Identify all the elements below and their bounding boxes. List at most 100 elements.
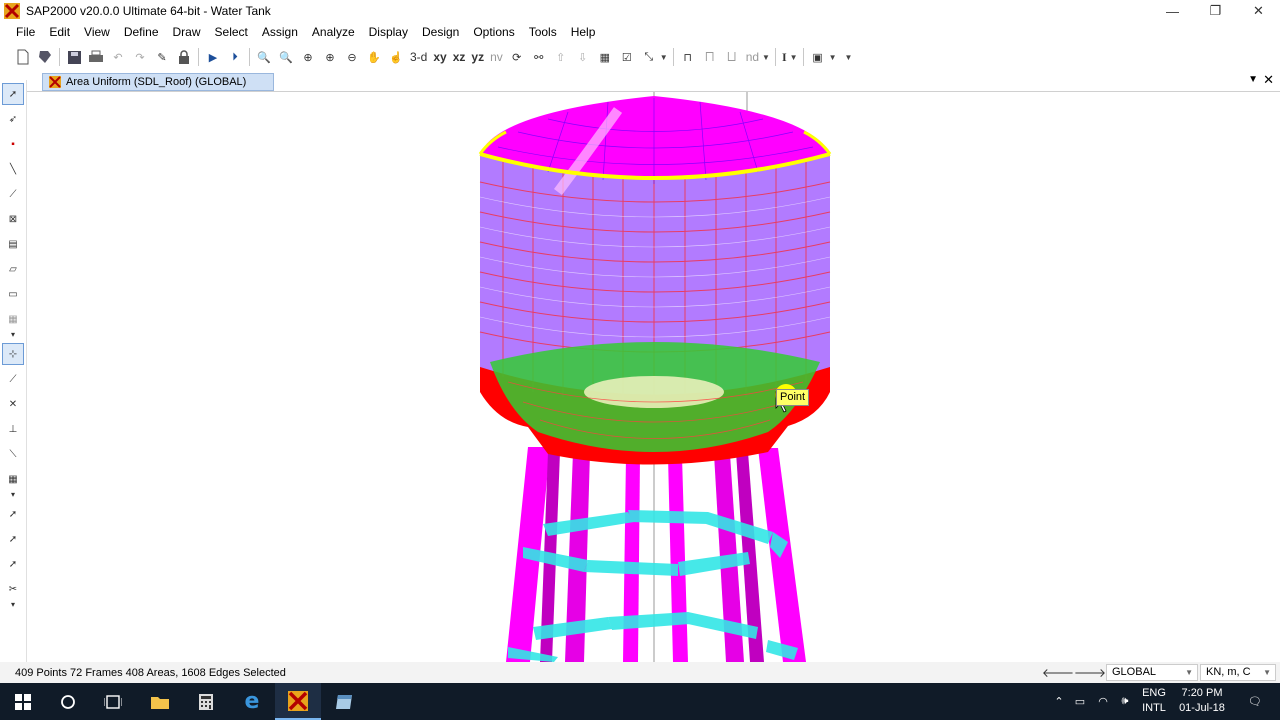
snap-intersections-button[interactable]: ✕ [2,393,24,415]
next-view-button[interactable]: 🡒 [1074,664,1106,681]
text-tool-button[interactable]: I [779,46,790,68]
model-viewport[interactable]: Point [28,92,1280,662]
check-button[interactable]: ☑ [616,46,638,68]
move-down-button[interactable]: ⇩ [572,46,594,68]
zoom-in-button[interactable]: ⊕ [297,46,319,68]
snap-ends-button[interactable]: ⟋ [2,368,24,390]
draw-poly-area-button[interactable]: ▱ [2,258,24,280]
menu-view[interactable]: View [77,22,117,42]
previous-view-button[interactable]: 🡐 [1042,664,1074,681]
draw-joint-button[interactable]: ▪ [2,133,24,155]
tab-area-uniform[interactable]: Area Uniform (SDL_Roof) (GLOBAL) [42,73,274,91]
view-xz-button[interactable]: xz [450,46,469,68]
tab-list-chevron-down-icon[interactable]: ▼ [1248,74,1258,85]
run-analysis-button[interactable]: ▶ [202,46,224,68]
quick-draw-area-button[interactable]: ▦ [2,308,24,330]
draw-rect-area-button[interactable]: ▭ [2,283,24,305]
draw-secondary-beam-button[interactable]: ▤ [2,233,24,255]
toolbar-more-chevron-icon[interactable]: ▾ [2,490,24,500]
object-shrink-button[interactable]: ⤡ [638,46,660,68]
restore-button[interactable]: ❐ [1194,0,1237,22]
close-button[interactable]: ✕ [1237,0,1280,22]
intersecting-line-select-button[interactable]: ✂ [2,578,24,600]
snap-points-button[interactable]: ⊹ [2,343,24,365]
app-taskbar-button[interactable] [321,683,367,720]
new-model-button[interactable] [12,46,34,68]
menu-define[interactable]: Define [117,22,166,42]
menu-file[interactable]: File [9,22,42,42]
coordinate-system-select[interactable]: GLOBAL ▼ [1106,664,1198,681]
redo-button[interactable]: ↷ [129,46,151,68]
undo-button[interactable]: ↶ [107,46,129,68]
snap-fine-grid-button[interactable]: ▦ [2,468,24,490]
rotate-view-button[interactable]: ⟳ [506,46,528,68]
show-hidden-icons-button[interactable]: ⌃ [1050,683,1068,720]
pan-button[interactable]: ✋ [363,46,385,68]
input-language[interactable]: ENG INTL [1140,686,1168,716]
nd-button[interactable]: nd [743,46,762,68]
show-forces-button[interactable]: ⨅ [699,46,721,68]
menu-tools[interactable]: Tools [522,22,564,42]
view-xy-button[interactable]: xy [430,46,449,68]
save-button[interactable] [63,46,85,68]
zoom-in-step-button[interactable]: ⊕ [319,46,341,68]
view-yz-button[interactable]: yz [468,46,487,68]
lock-button[interactable] [173,46,195,68]
volume-icon[interactable]: 🕪 [1115,683,1135,720]
perspective-toggle-button[interactable]: ⚯ [528,46,550,68]
clear-selection-button[interactable]: ➚ [2,553,24,575]
toolbar-more-chevron-icon[interactable]: ▾ [2,330,24,340]
pointer-button[interactable]: ☝ [385,46,407,68]
cortana-button[interactable] [45,683,91,720]
view-3d-button[interactable]: 3-d [407,46,430,68]
menu-help[interactable]: Help [564,22,603,42]
run-now-button[interactable]: ⏵ [224,46,246,68]
snap-perpendicular-button[interactable]: ⊥ [2,418,24,440]
menu-draw[interactable]: Draw [166,22,208,42]
dropdown-caret-icon[interactable]: ▼ [790,53,798,62]
select-pointer-button[interactable]: ➚ [2,83,24,105]
snap-lines-button[interactable]: ⟍ [2,443,24,465]
menu-design[interactable]: Design [415,22,466,42]
display-options-button[interactable]: ▦ [594,46,616,68]
dropdown-caret-icon[interactable]: ▼ [844,53,852,62]
sap2000-taskbar-button[interactable] [275,683,321,720]
task-view-button[interactable] [90,683,136,720]
view-nv-button[interactable]: nv [487,46,506,68]
dropdown-caret-icon[interactable]: ▼ [762,53,770,62]
action-center-button[interactable]: 🗨 [1240,683,1270,720]
quick-draw-frame-button[interactable]: ⟋ [2,183,24,205]
draw-brace-button[interactable]: ⊠ [2,208,24,230]
water-tank-model[interactable] [28,92,1280,662]
menu-options[interactable]: Options [466,22,521,42]
show-deformed-button[interactable]: ⨆ [721,46,743,68]
calculator-button[interactable] [183,683,229,720]
battery-icon[interactable]: ▭ [1070,683,1090,720]
dropdown-caret-icon[interactable]: ▼ [829,53,837,62]
minimize-button[interactable]: — [1151,0,1194,22]
menu-select[interactable]: Select [208,22,255,42]
file-explorer-button[interactable] [137,683,183,720]
open-model-button[interactable] [34,46,56,68]
select-all-button[interactable]: ➚ [2,503,24,525]
menu-display[interactable]: Display [362,22,415,42]
restore-full-view-button[interactable]: 🔍 [275,46,297,68]
toolbar-more-chevron-icon[interactable]: ▾ [2,600,24,610]
units-select[interactable]: KN, m, C ▼ [1200,664,1276,681]
print-button[interactable] [85,46,107,68]
dropdown-caret-icon[interactable]: ▼ [660,53,668,62]
system-clock[interactable]: 7:20 PM 01-Jul-18 [1176,686,1228,716]
section-designer-button[interactable]: ▣ [807,46,829,68]
menu-assign[interactable]: Assign [255,22,305,42]
refresh-button[interactable]: ✎ [151,46,173,68]
wifi-icon[interactable]: ◠ [1093,683,1113,720]
move-up-button[interactable]: ⇧ [550,46,572,68]
edge-browser-button[interactable]: e [229,683,275,720]
get-previous-selection-button[interactable]: ➚ [2,528,24,550]
tab-close-icon[interactable]: ✕ [1263,72,1274,88]
reshape-button[interactable]: ➶ [2,108,24,130]
zoom-out-button[interactable]: ⊖ [341,46,363,68]
menu-analyze[interactable]: Analyze [305,22,362,42]
draw-frame-button[interactable]: ╲ [2,158,24,180]
menu-edit[interactable]: Edit [42,22,77,42]
